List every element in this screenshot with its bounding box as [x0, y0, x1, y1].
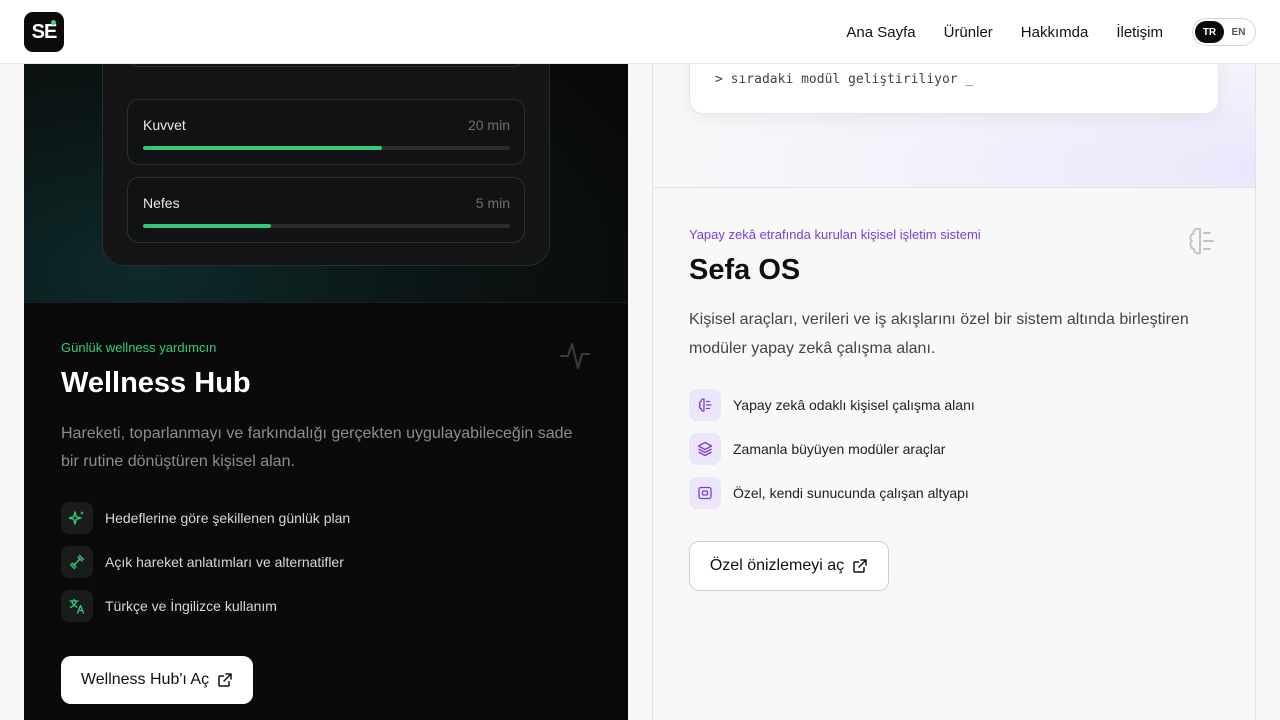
- brain-icon: [689, 389, 721, 421]
- sparkles-icon: [61, 502, 93, 534]
- progress-fill: [143, 146, 382, 150]
- sefa-os-eyebrow: Yapay zekâ etrafında kurulan kişisel işl…: [689, 227, 981, 242]
- logo-dot: [51, 20, 56, 25]
- wellness-title: Wellness Hub: [61, 367, 251, 399]
- feature-text: Hedeflerine göre şekillenen günlük plan: [105, 510, 351, 526]
- dumbbell-icon: [61, 546, 93, 578]
- nav-products[interactable]: Ürünler: [944, 24, 993, 41]
- external-link-icon: [218, 673, 232, 687]
- wellness-eyebrow: Günlük wellness yardımcın: [61, 340, 217, 355]
- workout-duration: 20 min: [467, 117, 510, 133]
- feature-text: Yapay zekâ odaklı kişisel çalışma alanı: [733, 397, 975, 413]
- workout-name: Kuvvet: [143, 117, 186, 133]
- layers-icon: [689, 433, 721, 465]
- feature-item: Hedeflerine göre şekillenen günlük plan: [61, 502, 601, 534]
- feature-item: Yapay zekâ odaklı kişisel çalışma alanı: [689, 389, 1229, 421]
- feature-item: Zamanla büyüyen modüler araçlar: [689, 433, 1229, 465]
- feature-text: Açık hareket anlatımları ve alternatifle…: [105, 554, 344, 570]
- wellness-content: Günlük wellness yardımcın Wellness Hub H…: [61, 340, 601, 634]
- logo[interactable]: SE: [24, 12, 64, 52]
- feature-text: Özel, kendi sunucunda çalışan altyapı: [733, 485, 969, 501]
- sefa-os-feature-list: Yapay zekâ odaklı kişisel çalışma alanı …: [689, 389, 1229, 509]
- translate-icon: [61, 590, 93, 622]
- lang-tr-button[interactable]: TR: [1195, 21, 1224, 43]
- wellness-description: Hareketi, toparlanmayı ve farkındalığı g…: [61, 425, 573, 470]
- feature-text: Türkçe ve İngilizce kullanım: [105, 598, 277, 614]
- progress-track: [143, 224, 510, 228]
- main-nav: Ana Sayfa Ürünler Hakkımda İletişim: [846, 0, 1163, 64]
- nav-about[interactable]: Hakkımda: [1021, 24, 1089, 41]
- sefa-os-card: > sıradaki modül geliştiriliyor _ Yapay …: [652, 0, 1256, 720]
- open-private-preview-button[interactable]: Özel önizlemeyi aç: [689, 541, 889, 591]
- workout-name: Nefes: [143, 195, 180, 211]
- terminal-line: > sıradaki modül geliştiriliyor _: [715, 72, 974, 87]
- button-label: Wellness Hub'ı Aç: [80, 671, 210, 688]
- site-header: SE Ana Sayfa Ürünler Hakkımda İletişim T…: [0, 0, 1280, 64]
- wellness-feature-list: Hedeflerine göre şekillenen günlük plan …: [61, 502, 601, 622]
- feature-item: Özel, kendi sunucunda çalışan altyapı: [689, 477, 1229, 509]
- nav-home[interactable]: Ana Sayfa: [846, 24, 915, 41]
- progress-track: [143, 146, 510, 150]
- workout-row: Kuvvet 20 min: [127, 99, 525, 165]
- feature-text: Zamanla büyüyen modüler araçlar: [733, 441, 946, 457]
- feature-item: Türkçe ve İngilizce kullanım: [61, 590, 601, 622]
- lang-en-button[interactable]: EN: [1224, 21, 1253, 43]
- feature-item: Açık hareket anlatımları ve alternatifle…: [61, 546, 601, 578]
- open-wellness-hub-button[interactable]: Wellness Hub'ı Aç: [61, 656, 253, 704]
- sefa-os-description: Kişisel araçları, verileri ve iş akışlar…: [689, 311, 1189, 357]
- nav-contact[interactable]: İletişim: [1116, 24, 1163, 41]
- language-switcher: TR EN: [1192, 18, 1256, 46]
- progress-fill: [143, 224, 272, 228]
- workout-duration: 5 min: [475, 195, 510, 211]
- workout-row: Nefes 5 min: [127, 177, 525, 243]
- sefa-os-title: Sefa OS: [689, 254, 801, 286]
- button-label: Özel önizlemeyi aç: [709, 557, 845, 574]
- external-link-icon: [853, 559, 867, 573]
- server-icon: [689, 477, 721, 509]
- wellness-hub-card: Kuvvet 20 min Nefes 5 min Günlük wellnes…: [24, 0, 628, 720]
- sefa-os-content: Yapay zekâ etrafında kurulan kişisel işl…: [689, 227, 1229, 521]
